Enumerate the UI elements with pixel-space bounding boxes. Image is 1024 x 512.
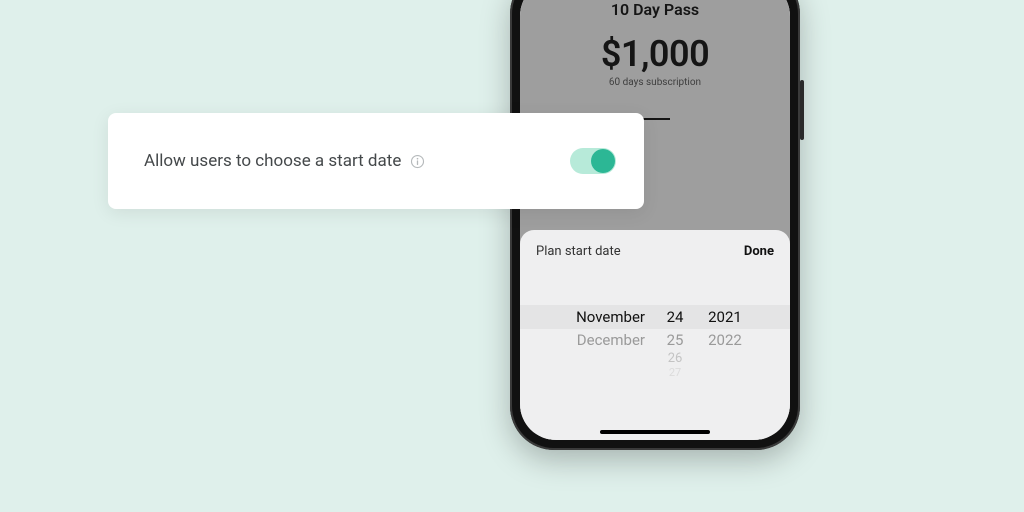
sheet-title: Plan start date: [536, 244, 621, 259]
info-icon[interactable]: [409, 153, 425, 169]
home-indicator[interactable]: [600, 430, 710, 434]
done-button[interactable]: Done: [744, 244, 774, 259]
phone-mockup: 10 Day Pass $1,000 60 days subscription …: [510, 0, 800, 450]
phone-screen: 10 Day Pass $1,000 60 days subscription …: [520, 0, 790, 440]
setting-label-wrap: Allow users to choose a start date: [144, 151, 425, 171]
setting-card: Allow users to choose a start date: [108, 113, 644, 209]
picker-month-next: December: [565, 329, 645, 351]
picker-col-day[interactable]: 24 25 26 27: [663, 305, 687, 379]
picker-year-next: 2022: [705, 329, 745, 351]
phone-side-button: [800, 80, 804, 140]
sheet-header: Plan start date Done: [536, 244, 774, 259]
picker-day-next: 25: [663, 329, 687, 351]
toggle-knob: [591, 149, 615, 173]
picker-day-next3: 27: [663, 367, 687, 379]
date-picker-sheet: Plan start date Done November December 2…: [520, 230, 790, 440]
allow-start-date-toggle[interactable]: [570, 148, 616, 174]
picker-year-selected: 2021: [705, 305, 745, 329]
picker-col-year[interactable]: 2021 2022: [705, 305, 745, 379]
picker-day-next2: 26: [663, 351, 687, 367]
setting-label: Allow users to choose a start date: [144, 151, 401, 171]
date-picker[interactable]: November December 24 25 26 27 2021 2022: [536, 305, 774, 415]
picker-month-selected: November: [565, 305, 645, 329]
picker-col-month[interactable]: November December: [565, 305, 645, 379]
picker-day-selected: 24: [663, 305, 687, 329]
